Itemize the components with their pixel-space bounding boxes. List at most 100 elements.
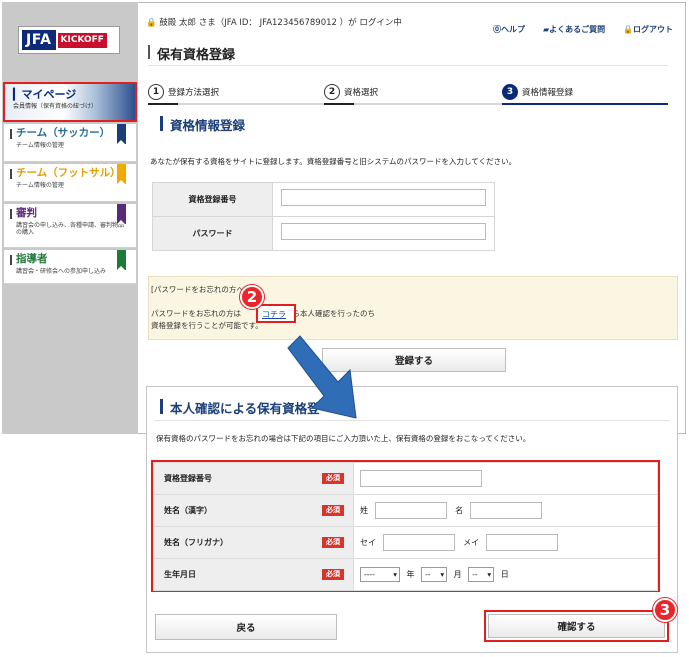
kanji-name-text: 姓名（漢字） xyxy=(164,506,212,515)
sei-kana-input[interactable] xyxy=(382,534,455,551)
sidebar-item-coach[interactable]: 指導者 講習会・研修会への参加申し込み xyxy=(4,250,136,284)
sidebar-item-team-futsal[interactable]: チーム（フットサル） チーム情報の管理 xyxy=(4,164,136,202)
sei-kanji-input[interactable] xyxy=(374,502,447,519)
step-label: 登録方法選択 xyxy=(168,88,220,98)
step-number: 2 xyxy=(324,84,340,100)
sei-kana-prefix: セイ xyxy=(360,538,376,547)
kana-name-row-cell: セイ メイ xyxy=(353,526,658,559)
sidebar-item-label: チーム（サッカー） xyxy=(16,127,111,139)
password-input[interactable] xyxy=(281,223,486,240)
reg-number-label: 資格登録番号 xyxy=(152,182,273,217)
chevron-down-icon: ▾ xyxy=(487,570,492,579)
page-title: 保有資格登録 xyxy=(148,38,668,66)
year-label: 年 xyxy=(406,570,415,579)
reg-number-text: 資格登録番号 xyxy=(164,474,212,483)
faq-link[interactable]: ▰よくあるご質問 xyxy=(543,24,605,35)
mei-kana-prefix: メイ xyxy=(463,538,480,547)
lock-icon: 🔒 xyxy=(146,18,157,28)
step-2: 2 資格選択 xyxy=(324,84,378,100)
reg-number-row-cell xyxy=(353,462,658,495)
kana-name-row-label: 姓名（フリガナ） 必須 xyxy=(153,526,354,559)
day-label: 日 xyxy=(500,570,509,579)
reg-number-input[interactable] xyxy=(281,189,486,206)
back-button[interactable]: 戻る xyxy=(155,614,337,640)
forgot-password-box: [パスワードをお忘れの方へ] パスワードをお忘れの方は から本人確認を行ったのち … xyxy=(148,276,678,340)
forgot-heading: [パスワードをお忘れの方へ] xyxy=(151,285,247,294)
day-select[interactable]: -- ▾ xyxy=(468,567,495,582)
bookmark-icon xyxy=(117,204,126,224)
forgot-line-2: 資格登録を行うことが可能です。 xyxy=(151,321,263,330)
sidebar-item-referee[interactable]: 審判 講習会の申し込み、各種申請、審判物品の購入 xyxy=(4,204,136,248)
logo-kickoff-text: KICKOFF xyxy=(57,32,107,48)
month-select[interactable]: -- ▾ xyxy=(421,567,448,582)
year-select[interactable]: ---- ▾ xyxy=(360,567,400,582)
help-link[interactable]: ⓪ヘルプ xyxy=(493,24,525,35)
step-label: 資格情報登録 xyxy=(522,88,574,98)
kochira-highlight: コチラ xyxy=(256,304,296,323)
mei-kanji-input[interactable] xyxy=(469,502,542,519)
mei-prefix: 名 xyxy=(455,506,464,515)
sidebar-item-label: チーム（フットサル） xyxy=(16,167,121,179)
confirm-highlight: 確認する xyxy=(484,610,669,642)
reg-number-cell xyxy=(272,182,495,217)
mei-kana-input[interactable] xyxy=(485,534,558,551)
step-badge-2: 2 xyxy=(240,285,264,309)
required-badge: 必須 xyxy=(322,537,344,548)
chevron-down-icon: ▾ xyxy=(440,570,445,579)
logout-label: ログアウト xyxy=(632,25,673,34)
sidebar-item-sub: 講習会の申し込み、各種申請、審判物品の購入 xyxy=(16,221,125,237)
birthdate-text: 生年月日 xyxy=(164,570,196,579)
confirm-button[interactable]: 確認する xyxy=(488,614,665,638)
ov-reg-number-input[interactable] xyxy=(360,470,482,487)
step-number: 3 xyxy=(502,84,518,100)
reg-number-row-label: 資格登録番号 必須 xyxy=(153,462,354,495)
sidebar-item-sub: チーム情報の管理 xyxy=(16,181,64,189)
password-cell xyxy=(272,216,495,251)
required-badge: 必須 xyxy=(322,569,344,580)
jfa-kickoff-logo[interactable]: JFA KICKOFF xyxy=(18,26,120,54)
step-1: 1 登録方法選択 xyxy=(148,84,219,100)
sidebar-item-label: 審判 xyxy=(16,207,37,219)
page-title-text: 保有資格登録 xyxy=(157,48,236,63)
overlay-intro: 保有資格のパスワードをお忘れの場合は下記の項目にご入力頂いた上、保有資格の登録を… xyxy=(156,434,531,443)
sidebar-item-team-soccer[interactable]: チーム（サッカー） チーム情報の管理 xyxy=(4,124,136,162)
required-badge: 必須 xyxy=(322,473,344,484)
bookmark-icon xyxy=(117,124,126,144)
faq-label: よくあるご質問 xyxy=(549,25,606,34)
logout-link[interactable]: 🔒ログアウト xyxy=(623,24,673,35)
lock-icon: 🔒 xyxy=(623,25,633,34)
arrow-icon xyxy=(287,335,357,419)
birthdate-row-label: 生年月日 必須 xyxy=(153,558,354,591)
login-status: 🔒 鼓殿 太郎 さま（JFA ID： JFA123456789012 ）が ログ… xyxy=(146,16,402,28)
step-3-marker xyxy=(502,103,668,105)
kochira-link[interactable]: コチラ xyxy=(262,309,286,320)
step-number: 1 xyxy=(148,84,164,100)
month-select-value: -- xyxy=(425,570,431,579)
sei-prefix: 姓 xyxy=(360,506,368,515)
identity-form: 資格登録番号 必須 姓名（漢字） 必須 姓 名 姓名（フリガナ） 必須 セイ メ… xyxy=(153,462,658,591)
section-title: 資格情報登録 xyxy=(160,115,245,134)
kana-name-text: 姓名（フリガナ） xyxy=(164,538,228,547)
step-3: 3 資格情報登録 xyxy=(502,84,573,100)
sidebar-item-mypage[interactable]: ▎マイページ 会員情報（保有資格の紐づけ） xyxy=(3,82,137,122)
help-icon: ⓪ xyxy=(493,25,501,34)
sidebar-item-label: 指導者 xyxy=(16,253,48,265)
overlay-title-divider xyxy=(154,420,670,421)
credentials-form: 資格登録番号 パスワード xyxy=(152,182,495,251)
year-select-value: ---- xyxy=(364,570,375,579)
bookmark-icon xyxy=(117,250,126,270)
month-label: 月 xyxy=(453,570,462,579)
step-label: 資格選択 xyxy=(344,88,379,98)
sidebar-item-sub: 会員情報（保有資格の紐づけ） xyxy=(13,103,98,111)
forgot-text-before: パスワードをお忘れの方は xyxy=(151,309,241,318)
password-label: パスワード xyxy=(152,216,273,251)
login-status-text: 鼓殿 太郎 さま（JFA ID： JFA123456789012 ）が ログイン… xyxy=(159,18,402,28)
kanji-name-row-cell: 姓 名 xyxy=(353,494,658,527)
section-intro: あなたが保有する資格をサイトに登録します。資格登録番号と旧システムのパスワードを… xyxy=(150,157,517,166)
step-2-marker xyxy=(324,103,354,105)
step-1-marker xyxy=(148,103,178,105)
sidebar-item-sub: チーム情報の管理 xyxy=(16,141,64,149)
logo-jfa-text: JFA xyxy=(22,30,56,50)
sidebar-item-sub: 講習会・研修会への参加申し込み xyxy=(16,267,107,275)
chevron-down-icon: ▾ xyxy=(393,570,397,579)
